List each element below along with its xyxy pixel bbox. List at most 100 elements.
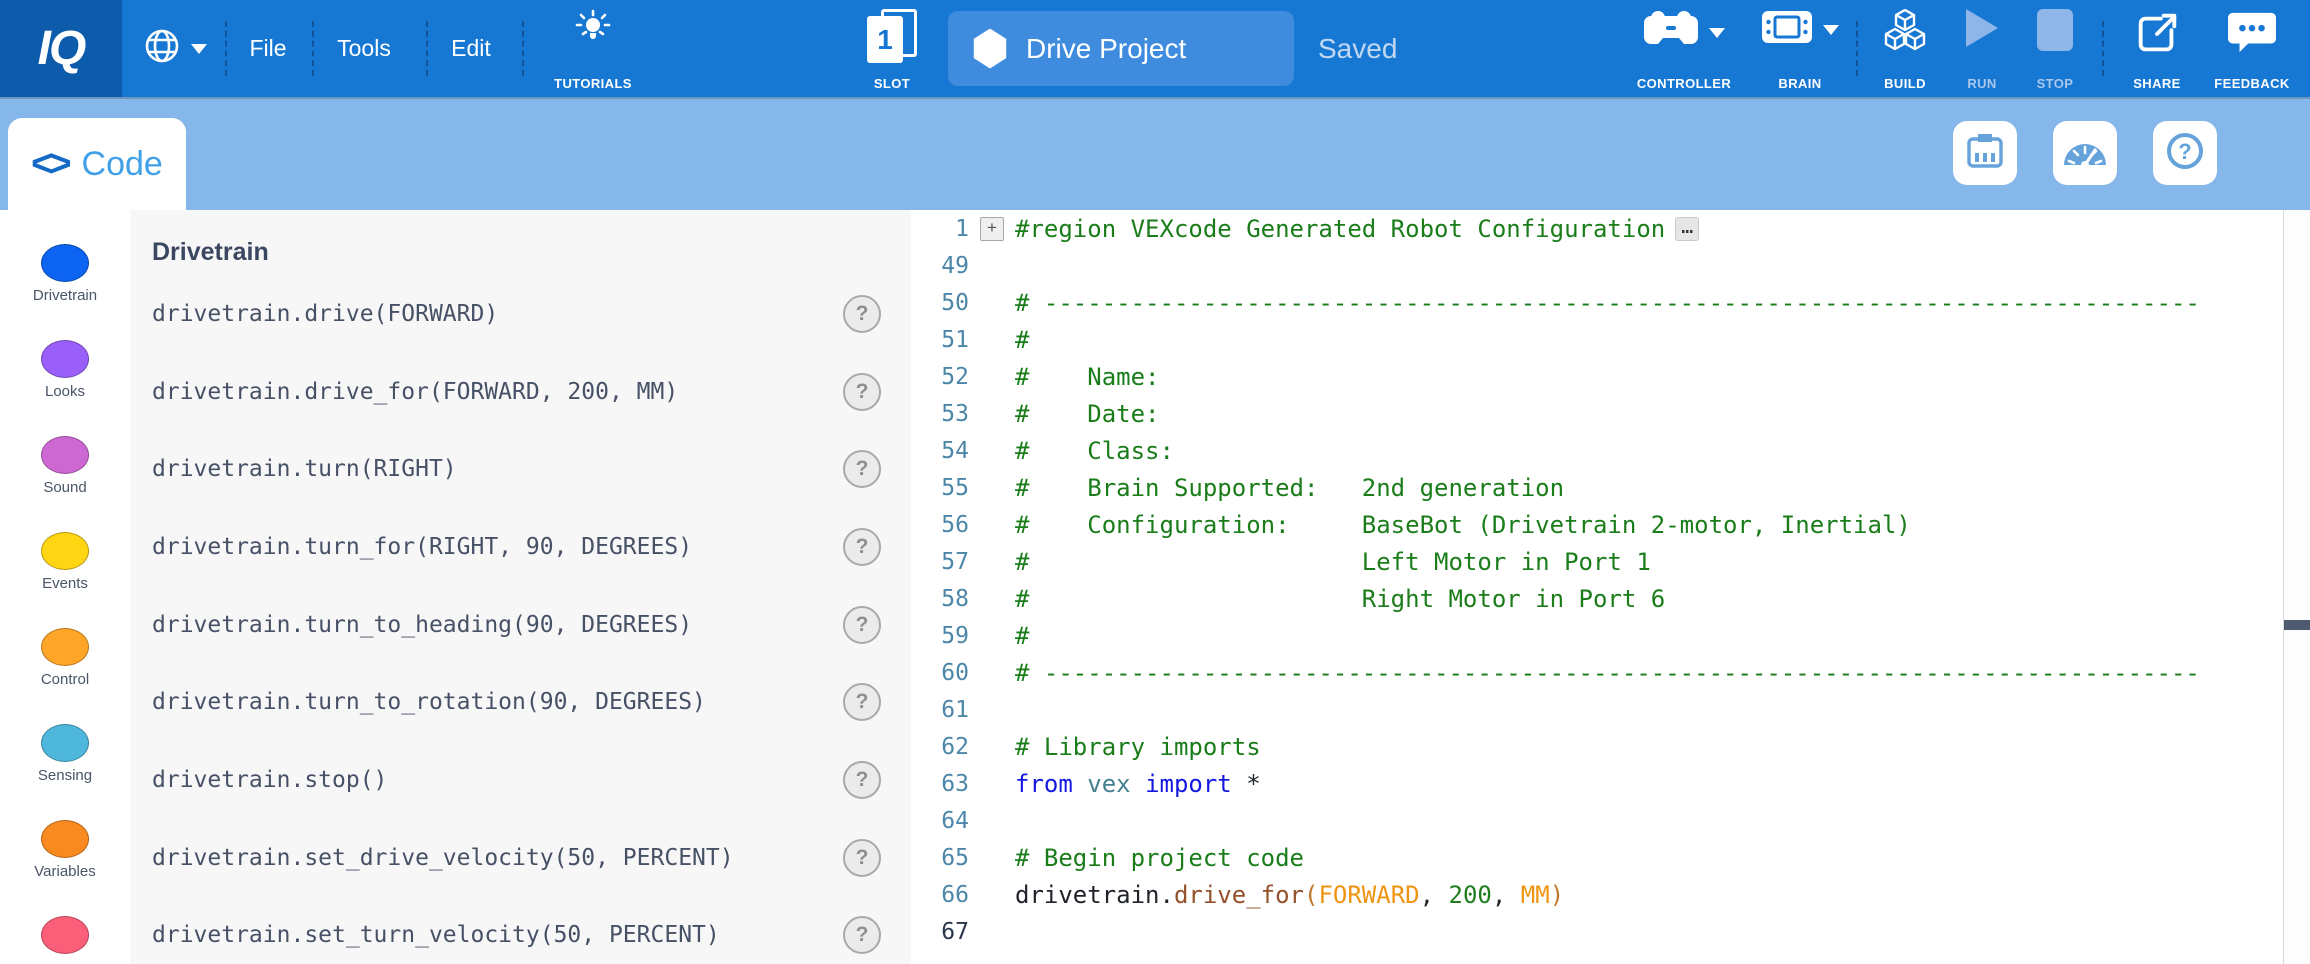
command-text[interactable]: drivetrain.drive_for(FORWARD, 200, MM) — [152, 379, 678, 405]
category-8[interactable] — [0, 894, 130, 964]
category-circle[interactable] — [41, 724, 89, 762]
code-line[interactable]: 66drivetrain.drive_for(FORWARD, 200, MM) — [911, 876, 2283, 913]
feedback-button[interactable]: FEEDBACK — [2206, 9, 2298, 91]
category-circle[interactable] — [41, 916, 89, 954]
command-text[interactable]: drivetrain.set_drive_velocity(50, PERCEN… — [152, 845, 734, 871]
hexagon-icon — [972, 29, 1008, 69]
code-line[interactable]: 52# Name: — [911, 358, 2283, 395]
command-text[interactable]: drivetrain.turn_to_rotation(90, DEGREES) — [152, 689, 706, 715]
code-line[interactable]: 49 — [911, 247, 2283, 284]
project-name-button[interactable]: Drive Project — [948, 11, 1294, 86]
line-number: 54 — [911, 438, 969, 464]
help-button[interactable]: ? — [2153, 121, 2217, 185]
menu-edit[interactable]: Edit — [440, 0, 502, 97]
command-text[interactable]: drivetrain.turn_to_heading(90, DEGREES) — [152, 612, 692, 638]
code-line[interactable]: 50# ------------------------------------… — [911, 284, 2283, 321]
scrollbar-thumb[interactable] — [2284, 620, 2310, 630]
category-drivetrain[interactable]: Drivetrain — [0, 210, 130, 318]
command-help-button[interactable]: ? — [843, 450, 881, 488]
tab-bar: <> Code — [0, 97, 2310, 210]
command-text[interactable]: drivetrain.turn(RIGHT) — [152, 456, 457, 482]
build-button[interactable]: BUILD — [1872, 9, 1938, 91]
command-help-button[interactable]: ? — [843, 839, 881, 877]
command-row[interactable]: drivetrain.turn_to_rotation(90, DEGREES)… — [130, 663, 911, 741]
slot-button[interactable]: 1 SLOT — [856, 9, 928, 91]
share-button[interactable]: SHARE — [2120, 9, 2194, 91]
code-line[interactable]: 55# Brain Supported: 2nd generation — [911, 469, 2283, 506]
controller-button[interactable]: CONTROLLER — [1622, 9, 1746, 91]
command-text[interactable]: drivetrain.stop() — [152, 767, 387, 793]
code-line[interactable]: 65# Begin project code — [911, 839, 2283, 876]
code-line[interactable]: 57# Left Motor in Port 1 — [911, 543, 2283, 580]
collapsed-code-badge[interactable]: … — [1675, 217, 1699, 241]
category-looks[interactable]: Looks — [0, 318, 130, 414]
code-line[interactable]: 63from vex import * — [911, 765, 2283, 802]
category-circle[interactable] — [41, 436, 89, 474]
command-row[interactable]: drivetrain.drive(FORWARD)? — [130, 275, 911, 353]
code-line[interactable]: 60# ------------------------------------… — [911, 654, 2283, 691]
run-button[interactable]: RUN — [1952, 9, 2012, 91]
dashboard-button[interactable] — [2053, 121, 2117, 185]
command-row[interactable]: drivetrain.turn(RIGHT)? — [130, 430, 911, 508]
code-line[interactable]: 61 — [911, 691, 2283, 728]
command-row[interactable]: drivetrain.stop()? — [130, 741, 911, 819]
stop-button[interactable]: STOP — [2026, 9, 2084, 91]
code-line[interactable]: 67 — [911, 913, 2283, 950]
command-text[interactable]: drivetrain.turn_for(RIGHT, 90, DEGREES) — [152, 534, 692, 560]
category-circle[interactable] — [41, 628, 89, 666]
code-line[interactable]: 56# Configuration: BaseBot (Drivetrain 2… — [911, 506, 2283, 543]
project-name: Drive Project — [1026, 33, 1186, 65]
category-circle[interactable] — [41, 340, 89, 378]
menu-tools[interactable]: Tools — [326, 0, 402, 97]
tab-code[interactable]: <> Code — [8, 118, 186, 210]
command-text[interactable]: drivetrain.drive(FORWARD) — [152, 301, 498, 327]
category-circle[interactable] — [41, 820, 89, 858]
code-line[interactable]: 51# — [911, 321, 2283, 358]
command-help-button[interactable]: ? — [843, 683, 881, 721]
scrollbar-track[interactable] — [2283, 210, 2310, 964]
iq-logo[interactable]: IQ — [0, 0, 122, 97]
chevron-down-icon — [191, 44, 207, 54]
category-circle[interactable] — [41, 244, 89, 282]
command-help-button[interactable]: ? — [843, 761, 881, 799]
device-info-button[interactable] — [1953, 121, 2017, 185]
command-row[interactable]: drivetrain.set_drive_velocity(50, PERCEN… — [130, 819, 911, 897]
category-sound[interactable]: Sound — [0, 414, 130, 510]
command-help-button[interactable]: ? — [843, 373, 881, 411]
category-label: Looks — [45, 383, 85, 400]
share-label: SHARE — [2133, 76, 2181, 91]
code-editor[interactable]: 1+#region VEXcode Generated Robot Config… — [911, 210, 2283, 964]
chevron-down-icon — [1823, 25, 1839, 35]
code-line[interactable]: 64 — [911, 802, 2283, 839]
category-variables[interactable]: Variables — [0, 798, 130, 894]
code-line[interactable]: 1+#region VEXcode Generated Robot Config… — [911, 210, 2283, 247]
main-content: Drivetrain Looks SoundEventsControlSensing… — [0, 210, 2310, 964]
code-line[interactable]: 58# Right Motor in Port 6 — [911, 580, 2283, 617]
command-row[interactable]: drivetrain.drive_for(FORWARD, 200, MM)? — [130, 353, 911, 431]
category-circle[interactable] — [41, 532, 89, 570]
category-sensing[interactable]: Sensing — [0, 702, 130, 798]
command-row[interactable]: drivetrain.turn_to_heading(90, DEGREES)? — [130, 586, 911, 664]
command-help-button[interactable]: ? — [843, 295, 881, 333]
brain-button[interactable]: BRAIN — [1752, 9, 1848, 91]
menu-file[interactable]: File — [238, 0, 298, 97]
code-line[interactable]: 59# — [911, 617, 2283, 654]
category-events[interactable]: Events — [0, 510, 130, 606]
code-line[interactable]: 62# Library imports — [911, 728, 2283, 765]
command-row[interactable]: drivetrain.turn_for(RIGHT, 90, DEGREES)? — [130, 508, 911, 586]
tutorials-button[interactable]: TUTORIALS — [538, 9, 648, 91]
command-help-button[interactable]: ? — [843, 916, 881, 954]
code-line[interactable]: 53# Date: — [911, 395, 2283, 432]
category-control[interactable]: Control — [0, 606, 130, 702]
language-globe-button[interactable] — [138, 0, 212, 97]
line-number: 65 — [911, 845, 969, 871]
code-text: #region VEXcode Generated Robot Configur… — [1015, 215, 1665, 243]
code-line[interactable]: 54# Class: — [911, 432, 2283, 469]
command-text[interactable]: drivetrain.set_turn_velocity(50, PERCENT… — [152, 922, 720, 948]
run-label: RUN — [1967, 76, 1996, 91]
command-row[interactable]: drivetrain.set_turn_velocity(50, PERCENT… — [130, 897, 911, 964]
command-help-button[interactable]: ? — [843, 606, 881, 644]
code-text: # --------------------------------------… — [1015, 659, 2200, 687]
command-help-button[interactable]: ? — [843, 528, 881, 566]
fold-plus-icon[interactable]: + — [980, 217, 1004, 241]
